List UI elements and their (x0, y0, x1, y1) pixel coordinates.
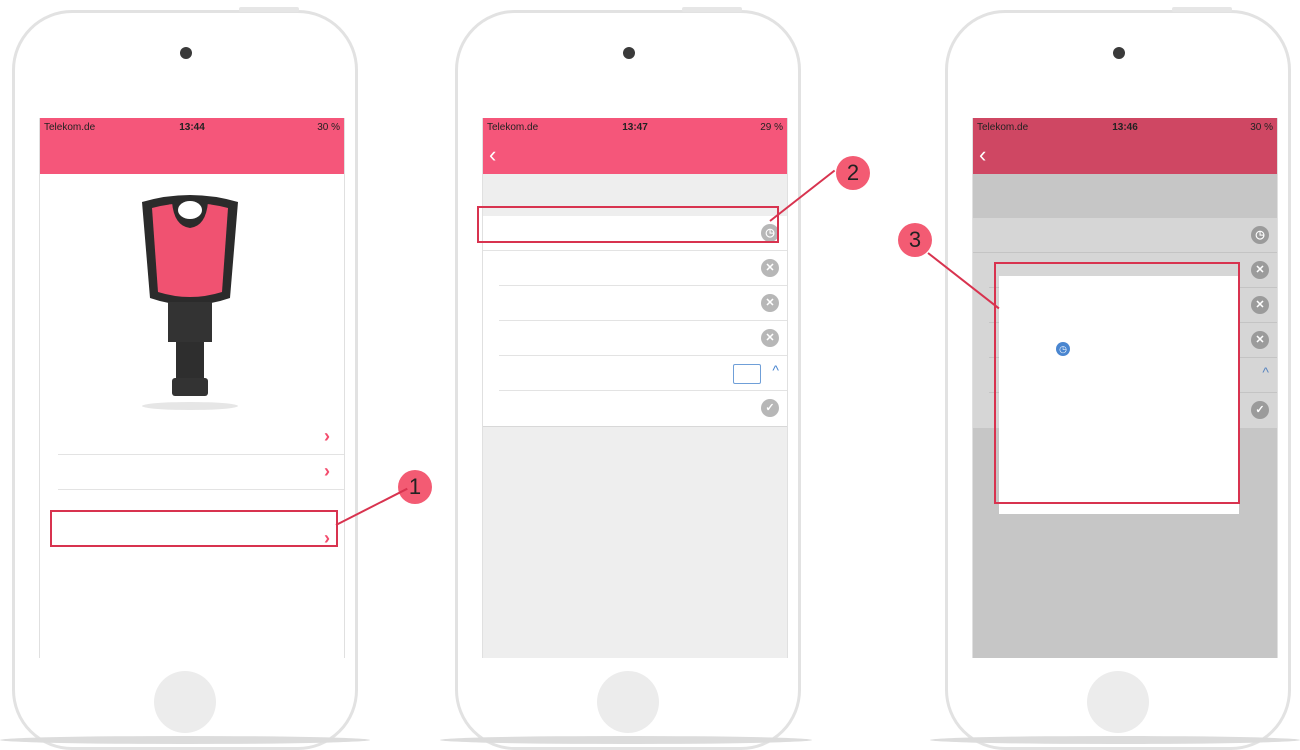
callout-2: 2 (836, 156, 870, 190)
battery-level: 30 % (317, 122, 340, 133)
nav-bar (40, 138, 344, 174)
list: ◷ ✕ ✕ ✕ ^ ✓ (483, 216, 787, 427)
highlight-box-1 (50, 510, 338, 547)
nav-bar: ‹ (973, 138, 1277, 174)
close-icon: ✕ (1251, 261, 1269, 279)
screen-2: Telekom.de 13:47 29 % ‹ ◷ ✕ ✕ ✕ ^ ✓ (482, 118, 788, 658)
phone-side-button (682, 7, 742, 12)
menu-row-1[interactable]: › (58, 420, 344, 455)
check-icon[interactable]: ✓ (761, 399, 779, 417)
close-icon[interactable]: ✕ (761, 259, 779, 277)
list-row-1: ◷ (973, 218, 1277, 253)
battery-level: 29 % (760, 122, 783, 133)
phone-side-button (1172, 7, 1232, 12)
clock: 13:44 (179, 122, 205, 133)
camera-icon (180, 47, 192, 59)
clock-icon: ◷ (1251, 226, 1269, 244)
camera-icon (623, 47, 635, 59)
status-bar: Telekom.de 13:44 30 % (40, 118, 344, 138)
menu-row-2[interactable]: › (58, 455, 344, 490)
phone-shadow (930, 736, 1300, 744)
phone-shadow (440, 736, 812, 744)
clock: 13:47 (622, 122, 648, 133)
screen-1: Telekom.de 13:44 30 % › › › (39, 118, 345, 658)
check-icon: ✓ (1251, 401, 1269, 419)
callout-3: 3 (898, 223, 932, 257)
home-button[interactable] (1087, 671, 1149, 733)
chevron-right-icon: › (324, 461, 330, 481)
phone-shadow (0, 736, 370, 744)
callout-1: 1 (398, 470, 432, 504)
list-row-3[interactable]: ✕ (499, 286, 787, 321)
status-bar: Telekom.de 13:46 30 % (973, 118, 1277, 138)
chevron-up-icon[interactable]: ^ (772, 362, 779, 378)
nav-bar: ‹ (483, 138, 787, 174)
home-button[interactable] (597, 671, 659, 733)
list-row-4[interactable]: ✕ (499, 321, 787, 356)
camera-icon (1113, 47, 1125, 59)
list-row-5[interactable]: ^ (499, 356, 787, 391)
close-icon: ✕ (1251, 296, 1269, 314)
key-image (142, 195, 238, 410)
phone-2: Telekom.de 13:47 29 % ‹ ◷ ✕ ✕ ✕ ^ ✓ (455, 7, 801, 750)
close-icon[interactable]: ✕ (761, 329, 779, 347)
back-chevron-icon[interactable]: ‹ (979, 142, 986, 168)
list-row-6[interactable]: ✓ (483, 391, 787, 425)
folder-icon[interactable] (733, 364, 761, 384)
clock: 13:46 (1112, 122, 1138, 133)
highlight-box-3 (994, 262, 1240, 504)
chevron-up-icon: ^ (1262, 364, 1269, 380)
status-bar: Telekom.de 13:47 29 % (483, 118, 787, 138)
chevron-right-icon: › (324, 426, 330, 446)
back-chevron-icon[interactable]: ‹ (489, 142, 496, 168)
highlight-box-2 (477, 206, 779, 243)
phone-side-button (239, 7, 299, 12)
close-icon: ✕ (1251, 331, 1269, 349)
battery-level: 30 % (1250, 122, 1273, 133)
home-button[interactable] (154, 671, 216, 733)
close-icon[interactable]: ✕ (761, 294, 779, 312)
list-row-2[interactable]: ✕ (499, 251, 787, 286)
phone-1: Telekom.de 13:44 30 % › › › (12, 7, 358, 750)
